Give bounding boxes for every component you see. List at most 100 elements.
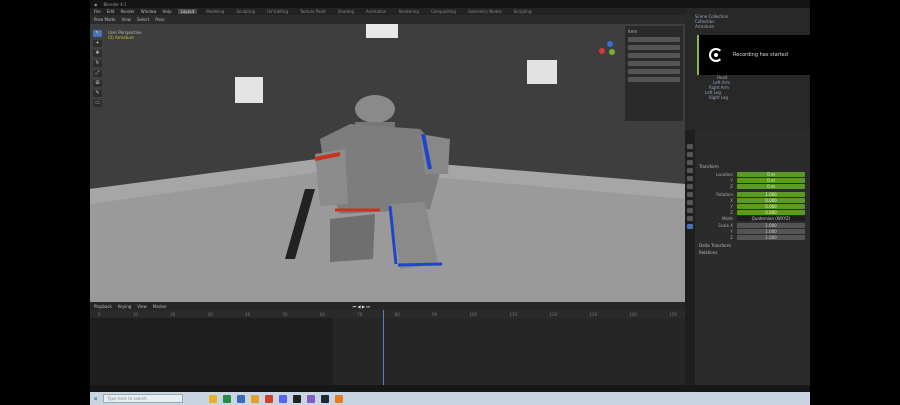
playhead[interactable]: [383, 310, 384, 385]
prop-row: Scale X 1.000: [699, 223, 805, 228]
play-controls-icon[interactable]: ⏮ ◀ ▶ ⏭: [353, 304, 370, 309]
title-bar: ◉ Blender 4.1: [90, 0, 810, 8]
section-transform[interactable]: Transform: [699, 164, 719, 169]
keying-menu[interactable]: Keying: [118, 304, 131, 309]
taskbar-app-icon[interactable]: [237, 394, 246, 403]
menu-render[interactable]: Render: [120, 9, 134, 14]
gizmo-z: [607, 41, 613, 47]
modifier-tab-icon[interactable]: [687, 192, 693, 197]
mode-select[interactable]: Pose Mode: [94, 17, 115, 22]
steam-icon[interactable]: [321, 394, 330, 403]
pose-menu[interactable]: Pose: [155, 17, 164, 22]
move-tool-icon[interactable]: ✥: [93, 50, 102, 57]
menu-file[interactable]: File: [94, 9, 101, 14]
prop-row: Z 0.000: [699, 210, 805, 215]
transform-tool-icon[interactable]: ⊞: [93, 80, 102, 87]
tab-scripting[interactable]: Scripting: [511, 9, 535, 14]
section-relations[interactable]: Relations: [699, 250, 717, 255]
prop-row: Y0 m: [699, 178, 805, 183]
select-tool-icon[interactable]: ↖: [93, 30, 102, 37]
chrome-icon[interactable]: [265, 394, 274, 403]
timeline-editor[interactable]: Playback Keying View Marker ⏮ ◀ ▶ ⏭ 0 10…: [90, 302, 685, 385]
cube-left: [235, 77, 263, 103]
blender-icon[interactable]: [335, 394, 344, 403]
tick-label: 30: [207, 311, 213, 317]
npanel-button[interactable]: [628, 45, 680, 50]
properties-editor[interactable]: Transform Location 0 m Y0 m Z0 m Rotation…: [685, 130, 810, 385]
tab-sculpting[interactable]: Sculpting: [233, 9, 258, 14]
output-tab-icon[interactable]: [687, 160, 693, 165]
marker-menu[interactable]: Marker: [153, 304, 167, 309]
object-tab-icon[interactable]: [687, 184, 693, 189]
keyframe-area[interactable]: [333, 318, 685, 385]
constraint-tab-icon[interactable]: [687, 208, 693, 213]
prop-row: Z 1.000: [699, 235, 805, 240]
tool-shelf: ↖ + ✥ ↻ ⤢ ⊞ ✎ ▭: [92, 30, 103, 107]
status-bar: [90, 385, 810, 392]
taskbar-app-icon[interactable]: [307, 394, 316, 403]
taskbar-app-icon[interactable]: [251, 394, 260, 403]
tab-geometry-nodes[interactable]: Geometry Nodes: [465, 9, 505, 14]
bone-tab-icon[interactable]: [687, 224, 693, 229]
taskbar-app-icon[interactable]: [293, 394, 302, 403]
tick-label: 150: [669, 311, 677, 317]
tick-label: 10: [132, 311, 138, 317]
tab-rendering[interactable]: Rendering: [395, 9, 421, 14]
tab-layout[interactable]: Layout: [177, 9, 198, 14]
menu-edit[interactable]: Edit: [107, 9, 115, 14]
timeline-ruler[interactable]: 0 10 20 30 40 50 60 70 80 90 100 110 120…: [90, 310, 685, 318]
taskbar-app-icon[interactable]: [209, 394, 218, 403]
data-tab-icon[interactable]: [687, 216, 693, 221]
gizmo-y: [609, 49, 615, 55]
view-menu[interactable]: View: [137, 304, 147, 309]
prop-row: Rotation 1.000: [699, 192, 805, 197]
tool-tab-icon[interactable]: [687, 144, 693, 149]
window-title: Blender 4.1: [103, 1, 127, 7]
rotate-tool-icon[interactable]: ↻: [93, 60, 102, 67]
windows-taskbar: ⊞ Type here to search: [90, 392, 810, 405]
npanel-button[interactable]: [628, 77, 680, 82]
tab-shading[interactable]: Shading: [335, 9, 357, 14]
physics-tab-icon[interactable]: [687, 200, 693, 205]
npanel-button[interactable]: [628, 53, 680, 58]
view-menu[interactable]: View: [121, 17, 131, 22]
blender-screen: ◉ Blender 4.1 File Edit Render Window He…: [90, 0, 810, 405]
tab-compositing[interactable]: Compositing: [428, 9, 459, 14]
viewport-info: User Perspective (0) Armature: [108, 30, 142, 40]
annotate-tool-icon[interactable]: ✎: [93, 90, 102, 97]
blender-logo-icon: ◉: [94, 1, 98, 7]
world-tab-icon[interactable]: [687, 176, 693, 181]
npanel-button[interactable]: [628, 61, 680, 66]
npanel-button[interactable]: [628, 69, 680, 74]
3d-viewport[interactable]: ↖ + ✥ ↻ ⤢ ⊞ ✎ ▭ User Perspective (0) Arm…: [90, 24, 685, 302]
section-delta-transform[interactable]: Delta Transform: [699, 243, 731, 248]
prop-row: Mode Quaternion (WXYZ): [699, 216, 805, 221]
recording-spinner-icon: [709, 48, 723, 62]
menu-window[interactable]: Window: [141, 9, 157, 14]
properties-tabs: [685, 130, 695, 385]
prop-row: Y 1.000: [699, 229, 805, 234]
tab-texture-paint[interactable]: Texture Paint: [297, 9, 329, 14]
menu-help[interactable]: Help: [162, 9, 171, 14]
windows-start-icon[interactable]: ⊞: [94, 396, 97, 401]
playback-menu[interactable]: Playback: [94, 304, 112, 309]
tab-uv-editing[interactable]: UV Editing: [264, 9, 291, 14]
npanel-button[interactable]: [628, 37, 680, 42]
npanel-title: Item: [628, 29, 638, 34]
cursor-tool-icon[interactable]: +: [93, 40, 102, 47]
tick-label: 120: [549, 311, 558, 317]
measure-tool-icon[interactable]: ▭: [93, 100, 102, 107]
cube-right: [527, 60, 557, 84]
taskbar-search[interactable]: Type here to search: [103, 394, 184, 403]
outliner-row[interactable]: Right Leg: [685, 95, 810, 100]
tick-label: 70: [357, 311, 363, 317]
select-menu[interactable]: Select: [137, 17, 149, 22]
render-tab-icon[interactable]: [687, 152, 693, 157]
discord-icon[interactable]: [279, 394, 288, 403]
scale-tool-icon[interactable]: ⤢: [93, 70, 102, 77]
taskbar-app-icon[interactable]: [223, 394, 232, 403]
tab-animation[interactable]: Animation: [363, 9, 389, 14]
scene-tab-icon[interactable]: [687, 168, 693, 173]
tab-modeling[interactable]: Modeling: [203, 9, 227, 14]
outliner-row[interactable]: Armature: [685, 24, 810, 29]
